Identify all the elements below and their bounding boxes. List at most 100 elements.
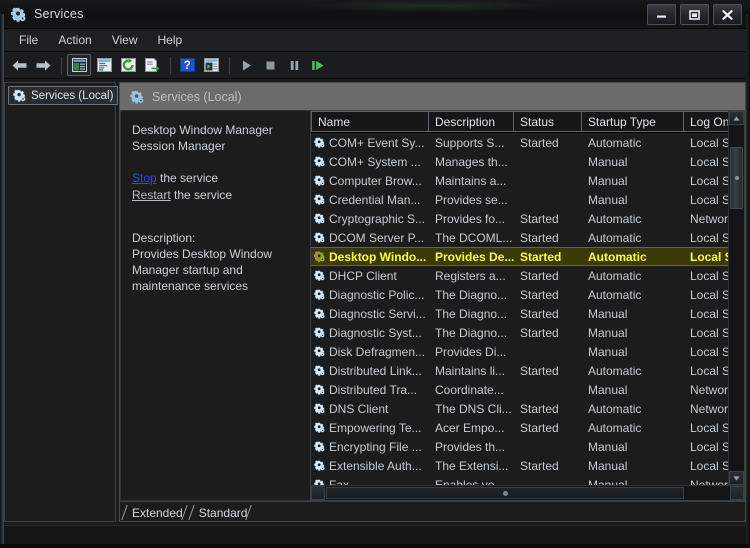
cell-name: Computer Brow... xyxy=(311,174,429,188)
service-rows: COM+ Event Sy... Supports S... Started Auto… xyxy=(311,133,728,485)
table-row[interactable]: Diagnostic Servi... The Diagno... Started M… xyxy=(311,304,728,323)
service-name-text: DNS Client xyxy=(329,401,389,416)
tree-node-services-local[interactable]: Services (Local) xyxy=(8,86,119,105)
cell-name: Disk Defragmen... xyxy=(311,345,429,359)
tab-standard[interactable]: Standard xyxy=(190,504,255,521)
help-icon[interactable]: ? xyxy=(176,55,198,75)
table-row[interactable]: Disk Defragmen... Provides Di... Manual Loc… xyxy=(311,342,728,361)
cell-name: Credential Man... xyxy=(311,193,429,207)
vertical-scrollbar-thumb[interactable] xyxy=(730,147,743,209)
cell-name: DHCP Client xyxy=(311,269,429,283)
cell-name: Fax xyxy=(311,478,429,485)
cell-description: The Diagno... xyxy=(435,306,508,321)
maximize-button[interactable] xyxy=(680,4,709,25)
table-row[interactable]: Diagnostic Polic... The Diagno... Started A… xyxy=(311,285,728,304)
description-label: Description: xyxy=(132,231,196,245)
cell-description: Coordinate... xyxy=(435,382,504,397)
service-gear-icon xyxy=(314,460,325,471)
refresh-icon[interactable] xyxy=(117,55,139,75)
show-hide-action-pane-icon[interactable] xyxy=(200,55,222,75)
stop-service-link[interactable]: Stop xyxy=(132,171,157,185)
cell-startup-type: Manual xyxy=(588,192,628,207)
restart-service-action-row: Restart the service xyxy=(132,187,298,204)
table-row[interactable]: Desktop Windo... Provides De... Started Aut… xyxy=(311,247,728,266)
service-name-text: DHCP Client xyxy=(329,268,397,283)
service-name-text: Diagnostic Syst... xyxy=(329,325,422,340)
table-row[interactable]: Empowering Te... Acer Empo... Started Autom… xyxy=(311,418,728,437)
cell-log-on-as: Network xyxy=(690,211,728,226)
menu-item-action[interactable]: Action xyxy=(49,30,100,50)
cell-startup-type: Manual xyxy=(588,344,628,359)
properties-icon[interactable] xyxy=(93,55,115,75)
table-row[interactable]: Distributed Link... Maintains li... Starte… xyxy=(311,361,728,380)
cell-name: Cryptographic S... xyxy=(311,212,429,226)
horizontal-scrollbar-thumb[interactable] xyxy=(326,487,684,499)
cell-name: Diagnostic Syst... xyxy=(311,326,429,340)
pause-service-icon[interactable] xyxy=(283,55,305,75)
cell-description: Supports S... xyxy=(435,135,505,150)
cell-startup-type: Manual xyxy=(588,325,628,340)
scroll-right-button[interactable] xyxy=(730,486,744,500)
menu-item-help[interactable]: Help xyxy=(149,30,192,50)
table-row[interactable]: Cryptographic S... Provides fo... Started A… xyxy=(311,209,728,228)
column-header-description[interactable]: Description xyxy=(429,111,514,132)
cell-log-on-as: Network xyxy=(690,382,728,397)
table-row[interactable]: Encrypting File ... Provides th... Manual L… xyxy=(311,437,728,456)
table-row[interactable]: DCOM Server P... The DCOML... Started Autom… xyxy=(311,228,728,247)
cell-name: COM+ System ... xyxy=(311,155,429,169)
cell-startup-type: Automatic xyxy=(588,249,647,264)
cell-name: Desktop Windo... xyxy=(311,250,429,264)
horizontal-scrollbar[interactable] xyxy=(311,485,744,500)
table-row[interactable]: COM+ Event Sy... Supports S... Started Auto… xyxy=(311,133,728,152)
service-name-line1: Desktop Window Manager xyxy=(132,123,273,137)
vertical-scrollbar[interactable] xyxy=(728,111,744,485)
column-header-log-on-as[interactable]: Log On A xyxy=(684,111,728,132)
cell-description: Provides De... xyxy=(435,249,514,264)
table-row[interactable]: Fax Enables yo Manual Network xyxy=(311,475,728,485)
cell-log-on-as: Local Sys xyxy=(690,173,728,188)
minimize-button[interactable] xyxy=(647,4,676,25)
table-row[interactable]: COM+ System ... Manages th... Manual Local … xyxy=(311,152,728,171)
cell-startup-type: Manual xyxy=(588,477,628,486)
cell-name: COM+ Event Sy... xyxy=(311,136,429,150)
start-service-icon[interactable] xyxy=(235,55,257,75)
service-name-text: Empowering Te... xyxy=(329,420,422,435)
forward-icon[interactable] xyxy=(32,55,54,75)
scroll-down-button[interactable] xyxy=(729,471,744,485)
cell-startup-type: Automatic xyxy=(588,420,642,435)
menu-item-view[interactable]: View xyxy=(103,30,147,50)
service-name-text: Extensible Auth... xyxy=(329,458,422,473)
cell-startup-type: Manual xyxy=(588,439,628,454)
scroll-up-button[interactable] xyxy=(729,111,744,125)
cell-description: Manages th... xyxy=(435,154,508,169)
scroll-left-button[interactable] xyxy=(311,486,325,500)
table-row[interactable]: DNS Client The DNS Cli... Started Automatic… xyxy=(311,399,728,418)
back-icon[interactable] xyxy=(8,55,30,75)
restart-service-icon[interactable] xyxy=(307,55,329,75)
service-gear-icon xyxy=(314,232,325,243)
table-row[interactable]: Diagnostic Syst... The Diagno... Started Ma… xyxy=(311,323,728,342)
cell-startup-type: Automatic xyxy=(588,135,642,150)
close-button[interactable] xyxy=(713,4,742,25)
cell-status: Started xyxy=(520,135,559,150)
restart-service-link[interactable]: Restart xyxy=(132,188,171,202)
menu-item-file[interactable]: File xyxy=(10,30,47,50)
stop-service-icon[interactable] xyxy=(259,55,281,75)
service-gear-icon xyxy=(314,137,325,148)
export-list-icon[interactable] xyxy=(141,55,163,75)
column-header-name[interactable]: Name xyxy=(311,111,429,132)
table-row[interactable]: Computer Brow... Maintains a... Manual Loca… xyxy=(311,171,728,190)
column-header-status[interactable]: Status xyxy=(514,111,582,132)
cell-name: Encrypting File ... xyxy=(311,440,429,454)
tab-extended[interactable]: Extended xyxy=(123,504,190,521)
column-header-startup-type[interactable]: Startup Type xyxy=(582,111,684,132)
show-hide-console-tree-icon[interactable] xyxy=(67,54,91,76)
service-gear-icon xyxy=(314,441,325,452)
cell-log-on-as: Local Ser xyxy=(690,287,728,302)
table-row[interactable]: Credential Man... Provides se... Manual Loc… xyxy=(311,190,728,209)
table-row[interactable]: DHCP Client Registers a... Started Automati… xyxy=(311,266,728,285)
cell-status: Started xyxy=(520,268,559,283)
table-row[interactable]: Distributed Tra... Coordinate... Manual Net… xyxy=(311,380,728,399)
table-row[interactable]: Extensible Auth... The Extensi... Started M… xyxy=(311,456,728,475)
scrollbar-grip xyxy=(502,490,508,496)
